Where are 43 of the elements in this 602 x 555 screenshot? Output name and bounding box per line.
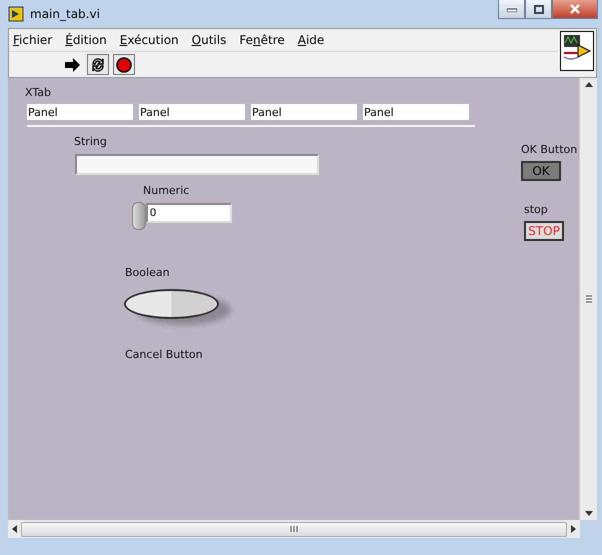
- down-arrow-icon: [584, 511, 592, 516]
- boolean-label: Boolean: [125, 266, 170, 279]
- menu-item[interactable]: Fichier: [13, 32, 52, 48]
- minimize-button[interactable]: [498, 0, 525, 19]
- menu-item[interactable]: Fenêtre: [239, 32, 285, 48]
- close-button[interactable]: [552, 0, 598, 19]
- menu-item[interactable]: Aide: [298, 32, 324, 48]
- tab[interactable]: Panel: [363, 104, 469, 120]
- run-continuously-button[interactable]: [87, 54, 109, 75]
- maximize-button[interactable]: [525, 0, 552, 19]
- horizontal-scrollbar-thumb[interactable]: [21, 522, 567, 536]
- arrow-icon: [64, 58, 80, 72]
- increment-decrement-arrows[interactable]: [132, 202, 146, 230]
- vertical-scrollbar[interactable]: [579, 78, 597, 520]
- right-arrow-icon: [571, 525, 576, 533]
- tab[interactable]: Panel: [27, 104, 133, 120]
- grip-icon: [586, 295, 592, 303]
- close-icon: [570, 4, 580, 14]
- string-label: String: [74, 135, 107, 148]
- grip-icon: [290, 526, 298, 532]
- up-arrow-icon: [584, 82, 592, 87]
- string-field[interactable]: [75, 154, 319, 175]
- cycle-arrows-icon: [90, 56, 106, 72]
- left-arrow-icon: [12, 525, 17, 533]
- vi-icon: [560, 31, 594, 71]
- ok-button-label: OK Button: [521, 143, 578, 156]
- window-title: main_tab.vi: [30, 7, 100, 21]
- maximize-icon: [534, 4, 544, 14]
- minimize-icon: [506, 6, 516, 12]
- stop-label: stop: [524, 203, 548, 216]
- menu-item[interactable]: Outils: [192, 32, 226, 48]
- numeric-field[interactable]: 0: [146, 203, 232, 223]
- ok-button[interactable]: OK: [521, 161, 561, 181]
- menu-item[interactable]: Exécution: [120, 32, 179, 48]
- abort-button[interactable]: [113, 54, 135, 75]
- app-icon: [8, 6, 24, 22]
- numeric-label: Numeric: [143, 184, 190, 197]
- tab-control-label: XTab: [25, 86, 51, 99]
- menu-item[interactable]: Édition: [65, 32, 107, 48]
- tab[interactable]: Panel: [139, 104, 245, 120]
- cancel-button-label: Cancel Button: [125, 348, 203, 361]
- stop-sign-icon: [116, 56, 132, 72]
- tab[interactable]: Panel: [251, 104, 357, 120]
